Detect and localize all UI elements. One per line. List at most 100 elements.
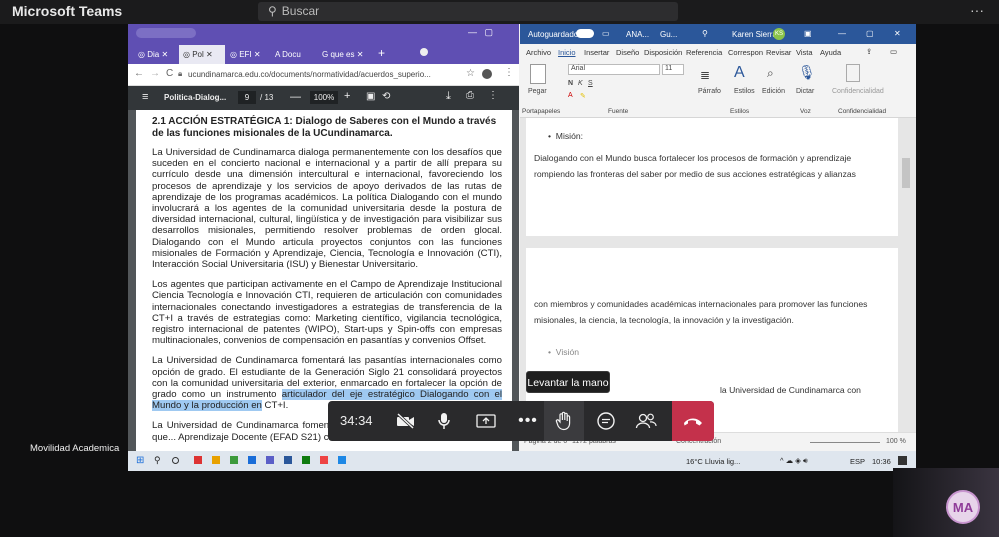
share-screen-button[interactable] (466, 401, 506, 441)
notifications-icon[interactable] (898, 456, 907, 465)
profile-icon[interactable] (482, 69, 492, 79)
bold-button[interactable]: N (568, 80, 573, 87)
taskbar-app-icon[interactable] (212, 456, 220, 464)
tab-correspondencia[interactable]: Correspon (728, 48, 763, 57)
microphone-icon[interactable]: 🎙︎ (798, 64, 816, 81)
hang-up-icon (684, 418, 702, 426)
address-bar[interactable]: ← → C 🔒︎ ucundinamarca.edu.co/documents/… (128, 64, 519, 86)
search-icon[interactable]: ⚲ (702, 29, 708, 38)
browser-tab[interactable]: ◎ Dia ✕ (134, 45, 178, 64)
close-button[interactable]: ✕ (894, 29, 901, 38)
font-size-select[interactable]: 11 (662, 64, 684, 75)
weather[interactable]: 16°C Lluvia lig... (686, 457, 740, 466)
dictate-label: Dictar (796, 88, 815, 95)
more-actions-button[interactable]: ••• (508, 401, 548, 441)
ribbon-display-icon[interactable]: ▣ (804, 29, 812, 38)
system-tray-icons[interactable]: ^ ☁ ◈ 🔊︎ (780, 456, 808, 466)
document-paragraph: con miembros y comunidades académicas in… (534, 299, 868, 325)
tab-favicon-icon: ◎ (230, 50, 237, 59)
print-icon[interactable]: ⎙ (466, 90, 474, 101)
italic-button[interactable]: K (578, 80, 583, 87)
comments-icon[interactable]: ▭ (890, 47, 897, 56)
sensitivity-icon[interactable] (846, 64, 860, 82)
rotate-icon[interactable]: ⟲ (382, 91, 390, 102)
paste-label[interactable]: Pegar (528, 88, 547, 95)
browser-tab[interactable]: ◎ EFI ✕ (226, 45, 270, 64)
leave-call-button[interactable] (672, 401, 714, 441)
taskbar-app-icon[interactable] (338, 456, 346, 464)
browser-tab-strip: — ▢ ◎ Dia ✕ ◎ Pol ✕ ◎ EFI ✕ A Docu G que… (128, 24, 519, 64)
pdf-toolbar: ≡ Politica-Dialog... 9 / 13 — 100% + ▣ ⟲… (128, 86, 519, 110)
font-color-icon[interactable]: A (568, 92, 573, 99)
find-icon[interactable]: ⌕ (767, 66, 774, 81)
pdf-page: 2.1 ACCIÓN ESTRATÉGICA 1: Dialogo de Sab… (136, 110, 512, 451)
browser-tab[interactable]: A Docu (271, 45, 317, 64)
paste-icon[interactable] (530, 64, 546, 84)
menu-icon[interactable]: ⋮ (504, 67, 514, 78)
underline-button[interactable]: S (588, 80, 593, 87)
document-paragraph: Dialogando con el Mundo busca fortalecer… (534, 153, 856, 179)
tab-archivo[interactable]: Archivo (526, 48, 551, 57)
taskbar-app-icon[interactable] (302, 456, 310, 464)
tab-disposicion[interactable]: Disposición (644, 48, 682, 57)
maximize-button[interactable]: ▢ (866, 29, 874, 38)
forward-icon[interactable]: → (150, 68, 160, 79)
taskbar-app-icon[interactable] (248, 456, 256, 464)
camera-off-button[interactable] (386, 401, 426, 441)
tab-insertar[interactable]: Insertar (584, 48, 609, 57)
url-text[interactable]: ucundinamarca.edu.co/documents/normativi… (188, 70, 431, 79)
clock[interactable]: 10:36 (872, 457, 891, 466)
user-avatar[interactable]: KS (773, 28, 785, 40)
back-icon[interactable]: ← (134, 68, 144, 79)
page-number-input[interactable]: 9 (238, 91, 256, 104)
font-family-select[interactable]: Arial (568, 64, 660, 75)
pdf-viewer[interactable]: 2.1 ACCIÓN ESTRATÉGICA 1: Dialogo de Sab… (128, 110, 519, 451)
zoom-out-button[interactable]: — (290, 91, 301, 103)
taskbar-app-icon[interactable] (194, 456, 202, 464)
raise-hand-button[interactable] (544, 401, 584, 441)
cortana-icon[interactable] (172, 457, 179, 464)
zoom-input[interactable]: 100% (310, 91, 338, 104)
browser-tab[interactable]: G que es ✕ (318, 45, 364, 64)
participants-button[interactable] (626, 401, 666, 441)
autosave-toggle[interactable] (576, 29, 594, 38)
tab-inicio[interactable]: Inicio (558, 48, 576, 57)
raise-hand-tooltip: Levantar la mano (526, 371, 610, 393)
microphone-button[interactable] (424, 401, 464, 441)
teams-taskbar-icon[interactable] (266, 456, 274, 464)
more-options-button[interactable]: ··· (970, 2, 984, 18)
tab-vista[interactable]: Vista (796, 48, 813, 57)
page-total: / 13 (260, 93, 274, 102)
windows-start-icon[interactable]: ⊞ (136, 455, 144, 466)
zoom-slider[interactable] (810, 442, 880, 443)
window-controls[interactable]: — ▢ (468, 27, 493, 38)
search-input[interactable]: ⚲ Buscar (258, 2, 678, 21)
more-icon[interactable]: ⋮ (488, 90, 498, 101)
chat-button[interactable] (586, 401, 626, 441)
save-icon[interactable]: ▭ (602, 29, 610, 38)
share-icon[interactable]: ⇪ (866, 47, 872, 56)
chrome-taskbar-icon[interactable] (320, 456, 328, 464)
highlight-icon[interactable]: ✎ (580, 92, 586, 100)
language[interactable]: ESP (850, 457, 865, 466)
reload-icon[interactable]: C (166, 68, 173, 79)
tab-diseno[interactable]: Diseño (616, 48, 639, 57)
hamburger-icon[interactable]: ≡ (142, 91, 148, 103)
browser-tab-active[interactable]: ◎ Pol ✕ (179, 45, 225, 64)
new-tab-button[interactable]: + (378, 46, 385, 60)
download-icon[interactable]: ⤓ (446, 90, 451, 103)
tab-revisar[interactable]: Revisar (766, 48, 791, 57)
fit-page-icon[interactable]: ▣ (366, 91, 375, 102)
paragraph-icon[interactable]: ≣ (700, 68, 710, 82)
zoom-in-button[interactable]: + (344, 90, 350, 102)
scrollbar[interactable] (902, 158, 910, 188)
minimize-button[interactable]: — (838, 29, 846, 38)
taskbar-app-icon[interactable] (230, 456, 238, 464)
tab-referencias[interactable]: Referencia (686, 48, 722, 57)
taskbar-search-icon[interactable]: ⚲ (154, 455, 161, 466)
star-icon[interactable]: ☆ (466, 68, 475, 79)
word-taskbar-icon[interactable] (284, 456, 292, 464)
tab-ayuda[interactable]: Ayuda (820, 48, 841, 57)
document-page: • Misión: Dialogando con el Mundo busca … (526, 118, 898, 236)
styles-icon[interactable]: A (734, 64, 745, 82)
